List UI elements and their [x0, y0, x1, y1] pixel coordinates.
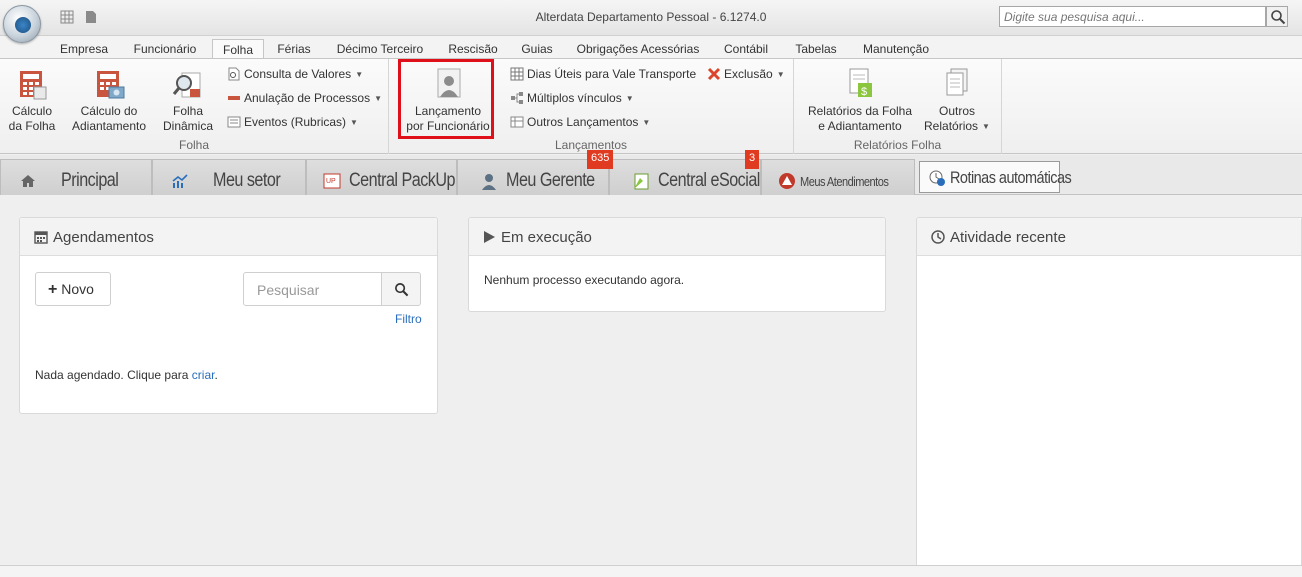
agendamentos-panel: Agendamentos + Novo Pesquisar Filtro Nad… — [19, 217, 438, 414]
hierarchy-icon — [511, 92, 523, 104]
tab-empresa[interactable]: Empresa — [56, 39, 112, 59]
agendamentos-empty-text: Nada agendado. Clique para criar. — [35, 368, 218, 382]
folha-dinamica-button[interactable]: Folha Dinâmica — [160, 67, 216, 134]
outros-lancamentos-button[interactable]: Outros Lançamentos ▼ — [510, 115, 650, 133]
tab-decimo-terceiro[interactable]: Décimo Terceiro — [331, 39, 429, 59]
minus-bar-icon — [228, 96, 240, 100]
tab-central-packup[interactable]: UP Central PackUp — [306, 159, 457, 195]
calculator-sheet-icon — [20, 71, 47, 100]
calendar-icon — [34, 231, 48, 244]
atividade-recente-title: Atividade recente — [950, 229, 1066, 246]
calculator-money-icon — [97, 71, 125, 99]
novo-button[interactable]: + Novo — [35, 272, 111, 306]
calculo-adiantamento-button[interactable]: Cálculo do Adiantamento — [68, 67, 150, 134]
agendamentos-header: Agendamentos — [20, 218, 437, 256]
horizontal-scrollbar[interactable] — [0, 565, 1302, 577]
ribbon-group-label-relatorios: Relatórios Folha — [853, 138, 942, 152]
app-logo-icon — [15, 17, 31, 33]
global-search-button[interactable] — [1266, 6, 1288, 27]
central-esocial-badge: 3 — [745, 150, 760, 169]
tab-principal[interactable]: Principal — [0, 159, 152, 195]
documents-stack-icon — [946, 68, 968, 96]
tab-meu-setor[interactable]: Meu setor — [152, 159, 306, 195]
highlight-box — [398, 59, 494, 139]
agendamentos-title: Agendamentos — [53, 229, 154, 246]
svg-text:UP: UP — [326, 178, 336, 185]
dias-uteis-vale-transporte-button[interactable]: Dias Úteis para Vale Transporte — [510, 67, 696, 85]
document-search-icon — [228, 67, 240, 81]
atividade-recente-header: Atividade recente — [917, 218, 1301, 256]
trend-chart-icon — [172, 174, 188, 188]
ribbon-group-folha: Cálculo da Folha Cálculo do Adiantamento… — [0, 59, 389, 154]
packup-logo-icon: UP — [323, 173, 341, 189]
ribbon-group-label-folha: Folha — [178, 138, 210, 152]
anulacao-processos-button[interactable]: Anulação de Processos ▼ — [227, 91, 382, 109]
search-icon — [1271, 10, 1286, 25]
clock-settings-icon — [929, 170, 945, 186]
chevron-down-icon: ▼ — [642, 118, 651, 127]
tab-rotinas-automaticas[interactable]: Rotinas automáticas — [919, 161, 1072, 193]
play-icon — [484, 231, 495, 243]
atividade-recente-panel: Atividade recente — [916, 217, 1302, 569]
chevron-down-icon: ▼ — [625, 94, 634, 103]
home-icon — [21, 175, 35, 187]
esocial-icon — [634, 173, 649, 190]
relatorios-folha-button[interactable]: $ Relatórios da Folha e Adiantamento — [806, 67, 914, 134]
table-icon — [510, 116, 524, 128]
alert-triangle-icon — [779, 173, 795, 189]
tab-meus-atendimentos[interactable]: Meus Atendimentos — [761, 159, 915, 195]
clock-icon — [931, 230, 945, 244]
exclusao-button[interactable]: Exclusão ▼ — [707, 67, 785, 85]
svg-text:$: $ — [861, 86, 867, 98]
chevron-down-icon: ▼ — [776, 70, 785, 79]
criar-link[interactable]: criar — [192, 368, 215, 382]
tab-manutencao[interactable]: Manutenção — [857, 39, 935, 59]
ribbon-group-relatorios: $ Relatórios da Folha e Adiantamento Out… — [794, 59, 1002, 154]
list-icon — [227, 116, 241, 128]
meu-gerente-badge: 635 — [587, 150, 614, 169]
tab-obrigacoes-acessorias[interactable]: Obrigações Acessórias — [573, 39, 703, 59]
app-menu-button[interactable] — [3, 5, 41, 43]
tab-guias[interactable]: Guias — [516, 39, 558, 59]
chevron-down-icon: ▼ — [350, 118, 358, 127]
tab-central-esocial[interactable]: Central eSocial — [609, 159, 761, 195]
em-execucao-header: Em execução — [469, 218, 885, 256]
global-search-input[interactable]: Digite sua pesquisa aqui... — [999, 6, 1266, 27]
title-bar: Alterdata Departamento Pessoal - 6.1274.… — [0, 0, 1302, 36]
consulta-valores-button[interactable]: Consulta de Valores ▼ — [227, 67, 363, 85]
outros-relatorios-button[interactable]: Outros Relatórios ▼ — [920, 67, 994, 134]
tab-tabelas[interactable]: Tabelas — [789, 39, 843, 59]
calculo-folha-button[interactable]: Cálculo da Folha — [6, 67, 58, 134]
agendamentos-search-input[interactable]: Pesquisar — [243, 272, 382, 306]
tab-rescisao[interactable]: Rescisão — [444, 39, 502, 59]
ribbon-tab-bar: Empresa Funcionário Folha Férias Décimo … — [0, 36, 1302, 59]
person-icon — [482, 174, 496, 190]
multiplos-vinculos-button[interactable]: Múltiplos vínculos ▼ — [510, 91, 634, 109]
em-execucao-panel: Em execução Nenhum processo executando a… — [468, 217, 886, 312]
tab-contabil[interactable]: Contábil — [717, 39, 775, 59]
ribbon-panel: Cálculo da Folha Cálculo do Adiantamento… — [0, 58, 1302, 154]
module-tab-bar: Principal Meu setor UP Central PackUp Me… — [0, 155, 1302, 195]
money-report-icon: $ — [849, 68, 872, 98]
delete-x-icon — [707, 67, 721, 81]
em-execucao-title: Em execução — [501, 229, 592, 246]
filtro-link[interactable]: Filtro — [395, 312, 422, 326]
agendamentos-search-button[interactable] — [381, 272, 421, 306]
plus-icon: + — [48, 281, 58, 298]
magnifier-sheet-icon — [172, 72, 201, 98]
tab-funcionario[interactable]: Funcionário — [127, 39, 203, 59]
chevron-down-icon: ▼ — [374, 94, 382, 103]
search-icon — [395, 283, 409, 297]
chevron-down-icon: ▼ — [355, 70, 364, 79]
tab-ferias[interactable]: Férias — [273, 39, 315, 59]
chevron-down-icon: ▼ — [982, 122, 990, 131]
em-execucao-empty-text: Nenhum processo executando agora. — [484, 273, 685, 287]
tab-folha[interactable]: Folha — [212, 39, 264, 59]
eventos-rubricas-button[interactable]: Eventos (Rubricas) ▼ — [227, 115, 358, 133]
calendar-grid-icon — [510, 67, 524, 81]
